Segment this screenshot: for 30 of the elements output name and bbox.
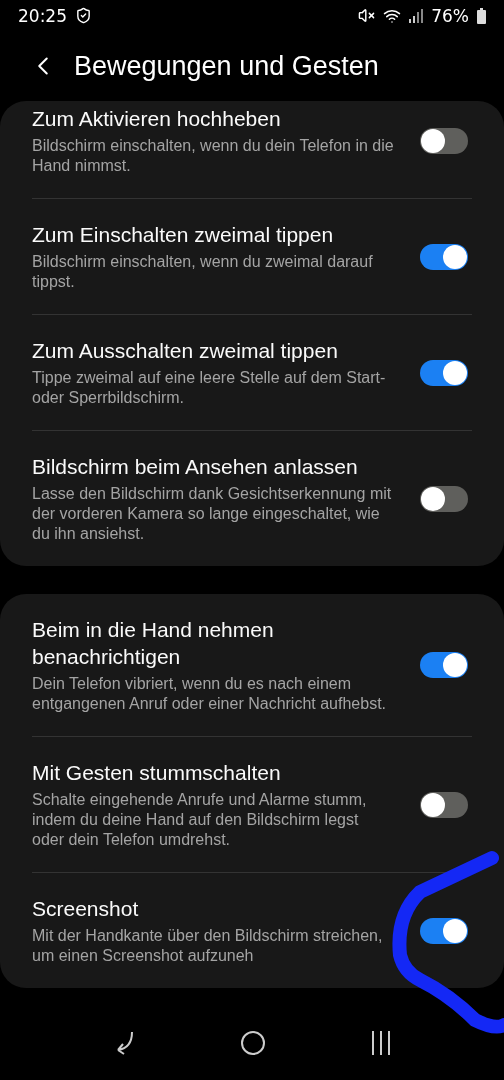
clock: 20:25 [18,5,67,26]
battery-percentage: 76% [431,5,469,26]
toggle-switch[interactable] [420,243,468,270]
toggle-switch[interactable] [420,485,468,512]
toggle-switch[interactable] [420,652,468,679]
setting-title: Zum Aktivieren hochheben [32,106,282,133]
setting-title: Bildschirm beim Ansehen anlassen [32,454,359,481]
setting-description: Lasse den Bildschirm dank Gesichtserkennung mit der vorderen Kamera so lange eingeschaltet, wie du ihn ansiehst. [32,484,393,545]
setting-description: Bildschirm einschalten, wenn du dein Telefon in die Hand nimmst. [32,136,394,177]
toggle-switch[interactable] [420,359,468,386]
recents-icon[interactable] [370,1030,392,1057]
setting-title: Mit Gesten stummschalten [32,760,282,787]
home-icon[interactable] [240,1030,266,1057]
signal-icon [409,8,424,23]
setting-description: Bildschirm einschalten, wenn du zweimal darauf tippst. [32,252,374,293]
setting-title: Zum Einschalten zweimal tippen [32,222,335,249]
setting-description: Tippe zweimal auf eine leere Stelle auf dem Start- oder Sperrbildschirm. [32,368,387,409]
setting-description: Dein Telefon vibriert, wenn du es nach einem entgangenen Anruf oder einer Nachricht aufhebst. [32,674,388,715]
setting-title: Beim in die Hand nehmen benachrichtigen [32,617,275,671]
mute-icon [358,7,376,24]
toggle-switch[interactable] [420,127,468,154]
page-title: Bewegungen und Gesten [74,50,379,82]
toggle-switch[interactable] [420,791,468,818]
shield-icon [75,7,92,24]
setting-description: Schalte eingehende Anrufe und Alarme stumm, indem du deine Hand auf den Bildschirm legst oder dein Telefon umdrehst. [32,790,368,851]
setting-title: Zum Ausschalten zweimal tippen [32,338,339,365]
setting-description: Mit der Handkante über den Bildschirm streichen, um einen Screenshot aufzuneh [32,926,384,967]
toggle-switch[interactable] [420,917,468,944]
battery-icon [477,7,486,24]
setting-title: Screenshot [32,896,140,923]
